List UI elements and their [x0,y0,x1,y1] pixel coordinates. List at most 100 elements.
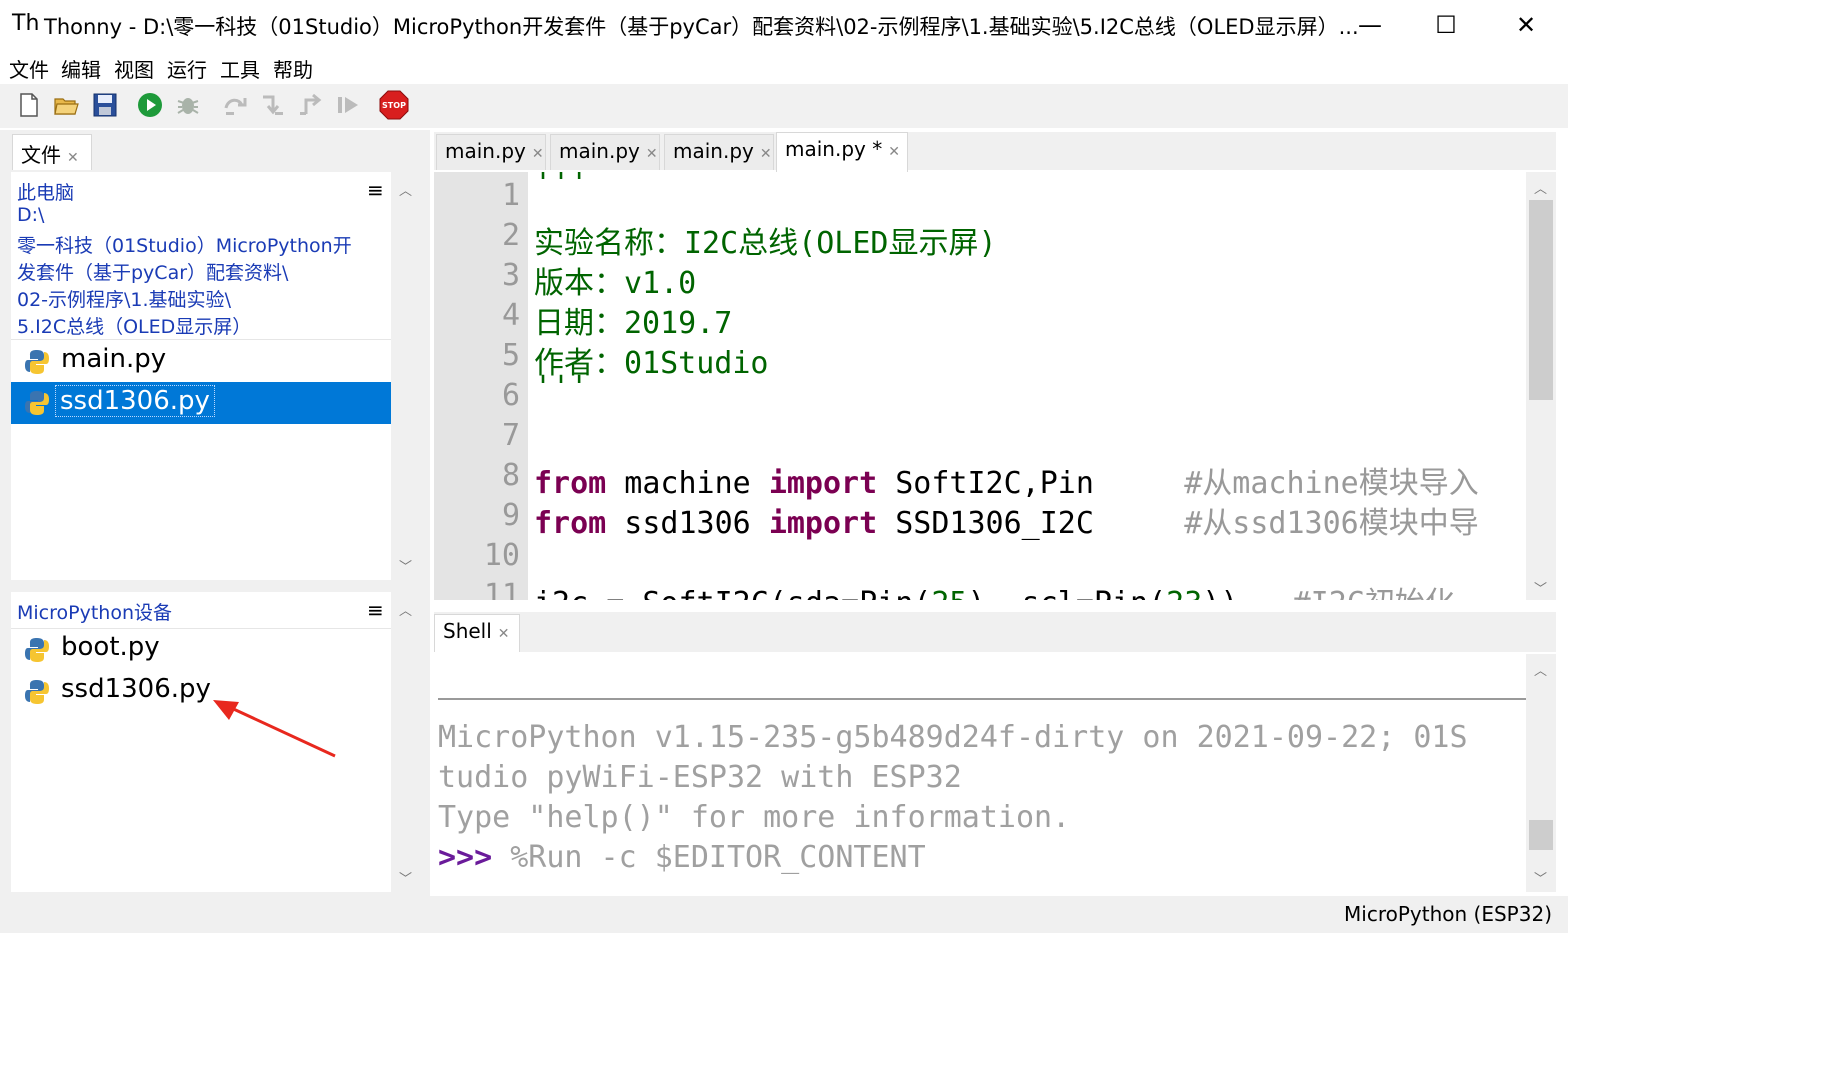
run-icon[interactable] [137,92,163,118]
editor-scroll-thumb[interactable] [1529,200,1553,400]
shell-command: %Run -c $EDITOR_CONTENT [492,840,926,875]
line-number: 10 [483,538,520,573]
path-segment[interactable]: 5.I2C总线（OLED显示屏） [17,312,251,339]
debug-icon[interactable] [175,92,201,118]
scroll-down-icon[interactable]: ﹀ [1534,578,1547,597]
close-tab-icon[interactable]: ✕ [532,146,544,162]
device-pane-title: MicroPython设备 [17,602,172,624]
file-name: ssd1306.py [61,674,211,704]
tab-shell[interactable]: Shell ✕ [434,614,520,652]
close-tab-icon[interactable]: ✕ [888,144,900,160]
scroll-up-icon[interactable]: ︿ [399,180,412,199]
divider [11,628,391,629]
code-text: i2c = SoftI2C(sda=Pin( [534,586,931,600]
thonny-logo-icon: Th [12,11,40,36]
shell-prompt: >>> [438,840,493,875]
number: 25 [931,586,967,600]
line-number: 6 [501,378,520,413]
toolbar: STOP [0,84,1568,128]
status-bar: MicroPython (ESP32) [0,896,1568,933]
file-name: main.py [61,344,167,374]
shell-console[interactable]: MicroPython v1.15-235-g5b489d24f-dirty o… [434,654,1526,892]
step-over-icon[interactable] [222,92,248,118]
menu-bar: 文件 编辑 视图 运行 工具 帮助 [0,50,1568,82]
code-line: 实验名称：I2C总线(OLED显示屏) [534,226,997,261]
close-button[interactable]: ✕ [1496,6,1556,44]
shell-scrollbar[interactable] [1526,654,1556,892]
menu-file[interactable]: 文件 [9,54,49,83]
line-number: 3 [501,258,520,293]
file-item-main[interactable]: main.py [11,342,391,382]
menu-help[interactable]: 帮助 [273,54,313,83]
close-tab-icon[interactable]: ✕ [67,150,79,166]
line-number: 1 [501,178,520,213]
python-file-icon [25,391,49,415]
tab-label: main.py * [785,137,883,161]
scroll-down-icon[interactable]: ﹀ [399,556,412,575]
line-number: 2 [501,218,520,253]
close-tab-icon[interactable]: ✕ [760,146,772,162]
code-text: SSD1306_I2C [877,506,1185,541]
tab-main-py-3[interactable]: main.py ✕ [664,134,774,170]
close-tab-icon[interactable]: ✕ [498,626,510,642]
line-number: 9 [501,498,520,533]
code-line: 版本：v1.0 [534,266,697,301]
maximize-button[interactable]: ☐ [1416,6,1476,44]
shell-separator [438,698,1526,700]
save-icon[interactable] [92,92,118,118]
scroll-down-icon[interactable]: ﹀ [399,868,412,887]
path-segment[interactable]: 发套件（基于pyCar）配套资料\ [17,258,288,285]
close-tab-icon[interactable]: ✕ [646,146,658,162]
file-item-ssd1306-selected[interactable]: ssd1306.py [11,382,391,424]
shell-scroll-thumb[interactable] [1529,820,1553,850]
resume-icon[interactable] [335,92,361,118]
new-file-icon[interactable] [16,92,42,118]
python-file-icon [25,350,49,374]
path-segment[interactable]: 零一科技（01Studio）MicroPython开 [17,231,352,258]
step-out-icon[interactable] [298,92,324,118]
tab-label: Shell [443,619,492,643]
path-segment[interactable]: D:\ [17,204,44,226]
code-editor[interactable]: 1 2 3 4 5 6 7 8 9 10 11 ''' 实验名称：I2C总线(O… [434,172,1556,600]
comment: #从ssd1306模块中导 [1184,506,1479,541]
tab-files[interactable]: 文件 ✕ [12,134,92,170]
files-menu-icon[interactable]: ≡ [367,178,384,202]
menu-edit[interactable]: 编辑 [61,54,101,83]
keyword: import [768,466,878,501]
divider [11,339,391,340]
line-number-gutter: 1 2 3 4 5 6 7 8 9 10 11 [434,172,528,600]
keyword: import [768,506,878,541]
this-computer-link[interactable]: 此电脑 [17,178,74,205]
minimize-button[interactable]: — [1340,6,1400,44]
code-text: SoftI2C,Pin [877,466,1185,501]
interpreter-status[interactable]: MicroPython (ESP32) [1344,902,1552,926]
tab-files-label: 文件 [21,143,61,167]
scroll-down-icon[interactable]: ﹀ [1534,868,1547,887]
open-folder-icon[interactable] [53,92,79,118]
scroll-up-icon[interactable]: ︿ [1534,660,1547,679]
tab-main-py-1[interactable]: main.py ✕ [436,134,546,170]
tab-label: main.py [445,139,526,163]
tab-label: main.py [559,139,640,163]
path-segment[interactable]: 02-示例程序\1.基础实验\ [17,285,231,312]
device-file-boot[interactable]: boot.py [11,630,391,670]
code-text: ssd1306 [606,506,769,541]
scroll-up-icon[interactable]: ︿ [1534,178,1547,197]
menu-run[interactable]: 运行 [167,54,207,83]
line-number: 8 [501,458,520,493]
tab-label: main.py [673,139,754,163]
menu-tools[interactable]: 工具 [220,54,260,83]
device-menu-icon[interactable]: ≡ [367,598,384,622]
scroll-up-icon[interactable]: ︿ [399,600,412,619]
menu-view[interactable]: 视图 [114,54,154,83]
window-title: Thonny - D:\零一科技（01Studio）MicroPython开发套… [44,15,1359,39]
stop-icon[interactable]: STOP [379,90,409,120]
line-number: 4 [501,298,520,333]
tab-main-py-active[interactable]: main.py * ✕ [776,132,908,172]
step-into-icon[interactable] [259,92,285,118]
line-number: 7 [501,418,520,453]
stop-label: STOP [382,101,406,110]
line-number: 5 [501,338,520,373]
shell-input-line[interactable]: >>> %Run -c $EDITOR_CONTENT [438,840,926,875]
tab-main-py-2[interactable]: main.py ✕ [550,134,660,170]
